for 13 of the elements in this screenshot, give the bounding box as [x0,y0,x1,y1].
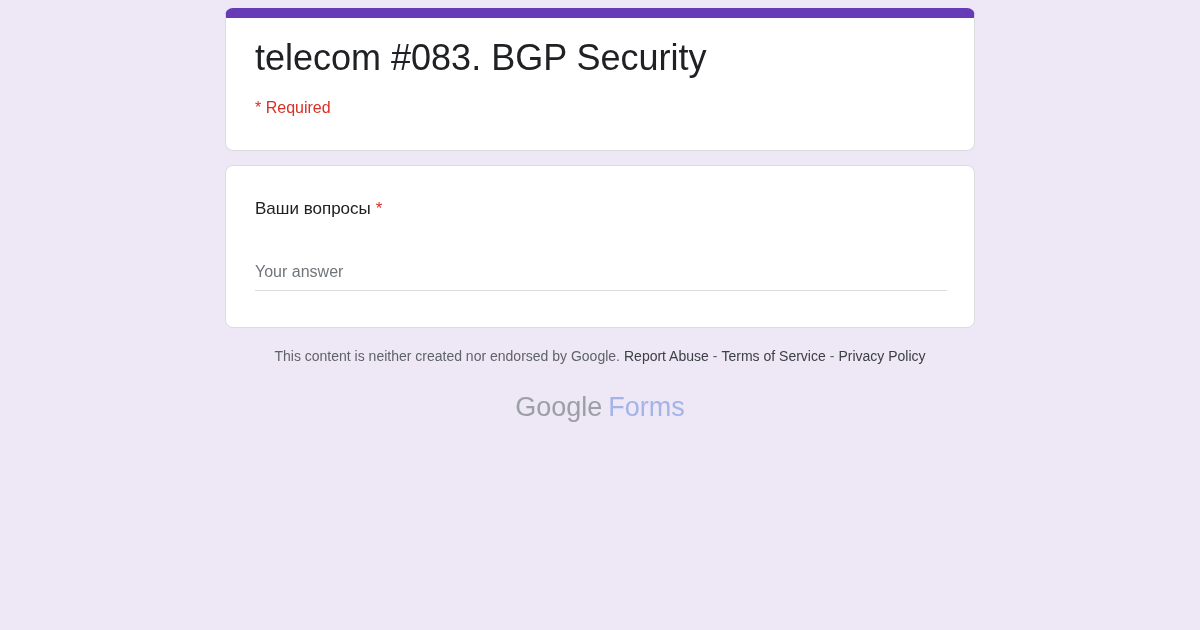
question-label: Ваши вопросы [255,198,371,220]
google-logo-text: Google [515,390,603,424]
link-separator: - [829,346,835,366]
required-asterisk: * [375,198,383,220]
disclaimer-text: This content is neither created nor endorsed by Google. [274,346,620,366]
footer-link[interactable]: Terms of Service [721,345,826,367]
required-note: * Required [255,98,332,118]
link-separator: - [712,346,718,366]
forms-logo-text: Forms [608,390,685,424]
form-title: telecom #083. BGP Security [255,36,708,80]
footer-link[interactable]: Privacy Policy [838,345,926,367]
answer-field[interactable]: Your answer [255,259,947,291]
footer-link[interactable]: Report Abuse [624,345,709,367]
